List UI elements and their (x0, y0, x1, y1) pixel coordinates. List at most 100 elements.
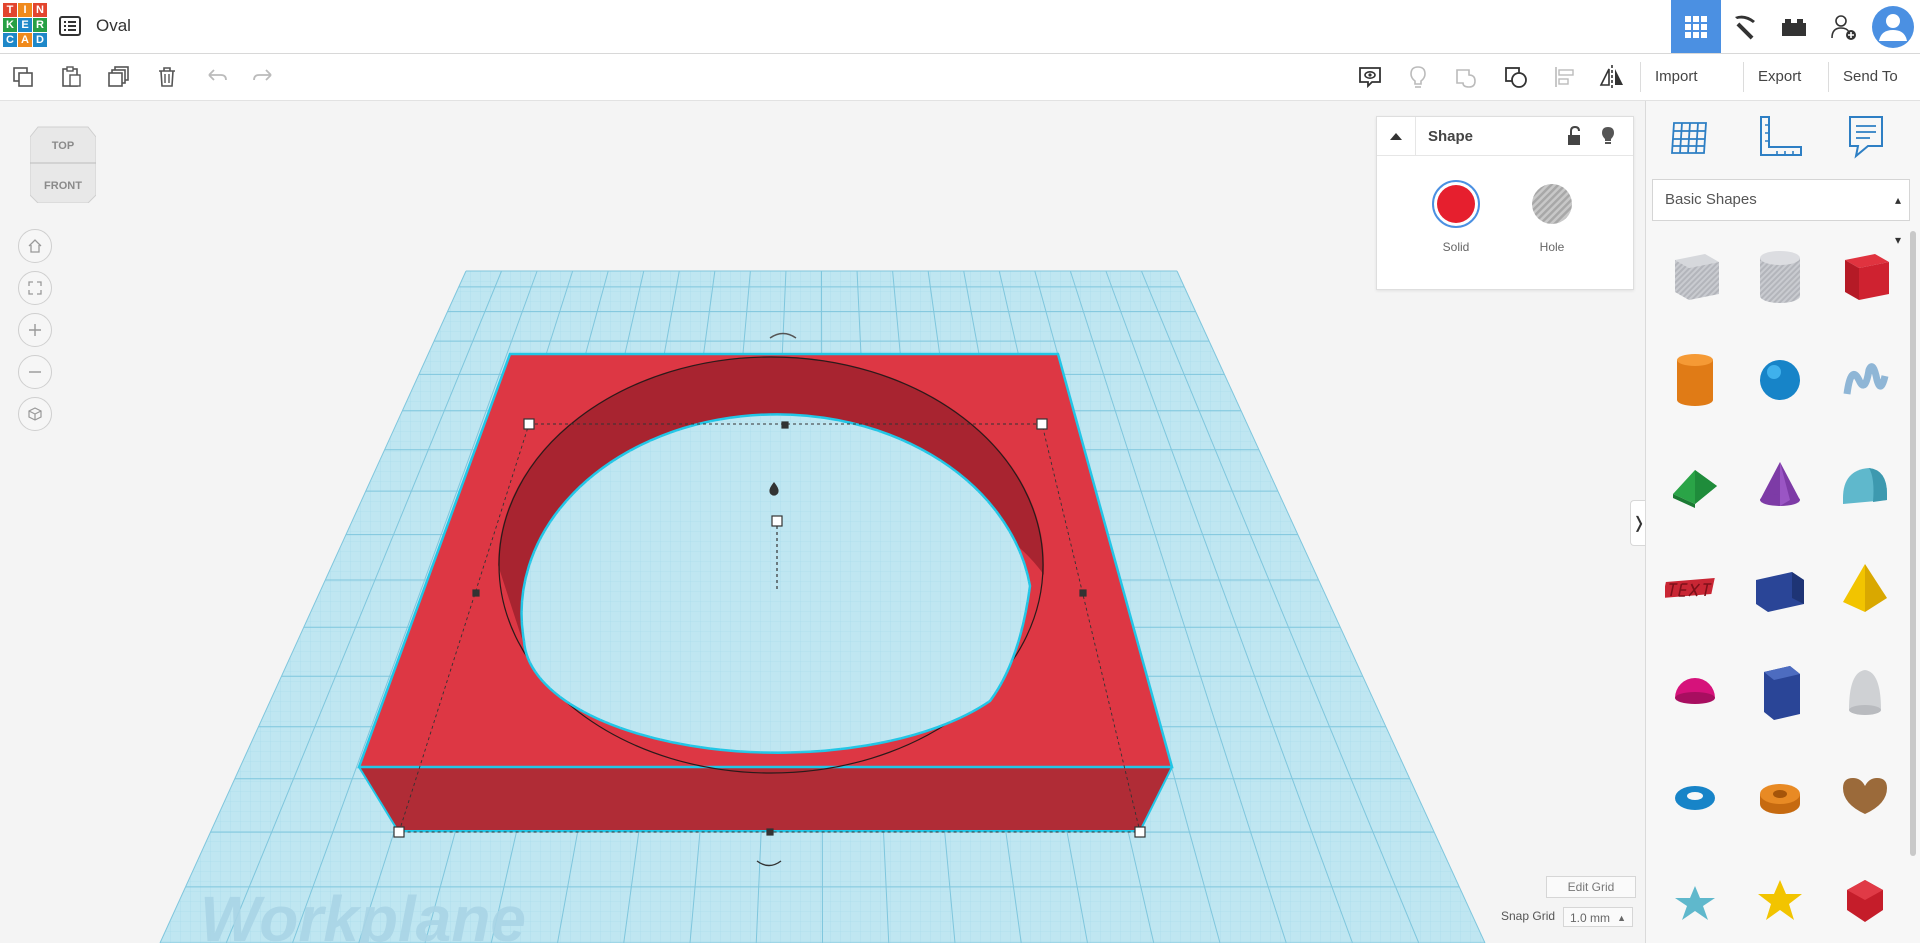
solid-option[interactable]: Solid (1431, 179, 1481, 254)
corner-handle[interactable] (523, 418, 535, 430)
cylinder-icon (1677, 354, 1713, 406)
workplane-tool-button[interactable] (1660, 111, 1720, 163)
shape-text[interactable] (1660, 553, 1730, 623)
delete-button[interactable] (152, 62, 182, 92)
bricks-view-button[interactable] (1769, 0, 1819, 53)
list-icon (59, 16, 81, 36)
shape-pyramid[interactable] (1830, 553, 1900, 623)
shape-sphere[interactable] (1745, 345, 1815, 415)
shape-wedge[interactable] (1745, 553, 1815, 623)
text-shape-icon (1665, 578, 1715, 598)
shape-box-hole[interactable] (1660, 241, 1730, 311)
shapes-panel-scrollbar[interactable] (1910, 231, 1916, 856)
caret-up-icon: ▲ (1617, 913, 1626, 923)
shape-cone[interactable] (1745, 449, 1815, 519)
edge-handle[interactable] (472, 589, 480, 597)
logo-letter: C (3, 33, 17, 47)
paste-button[interactable] (56, 62, 86, 92)
hole-option[interactable]: Hole (1527, 179, 1577, 254)
note-icon (1849, 116, 1883, 159)
copy-icon (13, 67, 33, 87)
corner-handle[interactable] (393, 826, 405, 838)
sphere-icon (1760, 360, 1800, 400)
lock-button[interactable] (1563, 125, 1585, 147)
shape-polygon[interactable] (1745, 657, 1815, 727)
import-button[interactable]: Import (1640, 62, 1712, 92)
export-button[interactable]: Export (1743, 62, 1815, 92)
3d-design-view-button[interactable] (1671, 0, 1721, 53)
invite-user-button[interactable] (1818, 0, 1868, 53)
home-view-button[interactable] (18, 229, 52, 263)
shape-cylinder-hole[interactable] (1745, 241, 1815, 311)
notes-button[interactable] (1355, 62, 1385, 92)
snap-grid-select[interactable]: 1.0 mm ▲ (1563, 907, 1633, 927)
half-sphere-icon (1675, 678, 1715, 704)
logo-letter: N (33, 3, 47, 17)
mirror-button[interactable] (1597, 62, 1627, 92)
tinkercad-logo[interactable]: T I N K E R C A D (2, 2, 50, 52)
chevron-right-icon: ❭ (1632, 515, 1646, 532)
shape-heart[interactable] (1830, 761, 1900, 831)
logo-letter: E (18, 18, 32, 32)
design-list-button[interactable] (58, 14, 82, 38)
zoom-out-button[interactable] (18, 355, 52, 389)
group-button[interactable] (1451, 62, 1481, 92)
avatar[interactable] (1866, 0, 1920, 53)
shape-cylinder[interactable] (1660, 345, 1730, 415)
notes-tool-button[interactable] (1836, 111, 1896, 163)
fit-view-button[interactable] (18, 271, 52, 305)
undo-icon (208, 69, 227, 81)
height-handle[interactable] (771, 515, 783, 527)
edge-handle[interactable] (766, 828, 774, 836)
scribble-icon (1843, 363, 1889, 395)
shapes-panel: Basic Shapes ▴ ▾ (1645, 101, 1920, 943)
shape-scribble[interactable] (1830, 345, 1900, 415)
copy-button[interactable] (8, 62, 38, 92)
design-title[interactable]: Oval (96, 16, 131, 36)
ruler-tool-button[interactable] (1749, 111, 1809, 163)
shape-torus[interactable] (1660, 761, 1730, 831)
snap-grid-label: Snap Grid (1501, 909, 1556, 923)
inspector-title: Shape (1428, 128, 1474, 145)
polygon-icon (1764, 666, 1800, 720)
corner-handle[interactable] (1036, 418, 1048, 430)
shape-round-roof[interactable] (1830, 449, 1900, 519)
3d-viewport[interactable]: Workplane TOP FRONT Shape Solid Hole Edi… (0, 101, 1645, 943)
ruler-icon (1760, 116, 1802, 156)
redo-button[interactable] (248, 62, 278, 92)
edit-grid-button[interactable]: Edit Grid (1546, 876, 1636, 898)
corner-handle[interactable] (1134, 826, 1146, 838)
logo-letter: K (3, 18, 17, 32)
edge-handle[interactable] (781, 421, 789, 429)
shape-box[interactable] (1830, 241, 1900, 311)
send-to-button[interactable]: Send To (1828, 62, 1912, 92)
minus-icon (29, 371, 41, 373)
edge-handle[interactable] (1079, 589, 1087, 597)
home-icon (28, 239, 42, 253)
ortho-view-button[interactable] (18, 397, 52, 431)
hide-button[interactable] (1597, 125, 1619, 147)
inspector-collapse-button[interactable] (1377, 117, 1416, 155)
ungroup-button[interactable] (1501, 62, 1531, 92)
show-all-button[interactable] (1403, 62, 1433, 92)
shape-half-sphere[interactable] (1660, 657, 1730, 727)
zoom-in-button[interactable] (18, 313, 52, 347)
add-user-icon (1831, 14, 1856, 40)
shape-gem[interactable] (1830, 865, 1900, 935)
align-button[interactable] (1550, 62, 1580, 92)
shape-tube[interactable] (1745, 761, 1815, 831)
shape-star-gold[interactable] (1745, 865, 1815, 935)
duplicate-button[interactable] (104, 62, 134, 92)
shape-roof[interactable] (1660, 449, 1730, 519)
shape-star[interactable] (1660, 865, 1730, 935)
undo-button[interactable] (202, 62, 232, 92)
solid-color-swatch (1432, 180, 1480, 228)
roof-icon (1673, 470, 1717, 508)
minecraft-view-button[interactable] (1720, 0, 1770, 53)
shape-category-select[interactable]: Basic Shapes ▴ ▾ (1652, 179, 1910, 247)
align-icon (1555, 67, 1574, 87)
logo-letter: R (33, 18, 47, 32)
view-cube[interactable]: TOP FRONT (29, 123, 97, 204)
torus-icon (1675, 786, 1715, 810)
shape-paraboloid[interactable] (1830, 657, 1900, 727)
